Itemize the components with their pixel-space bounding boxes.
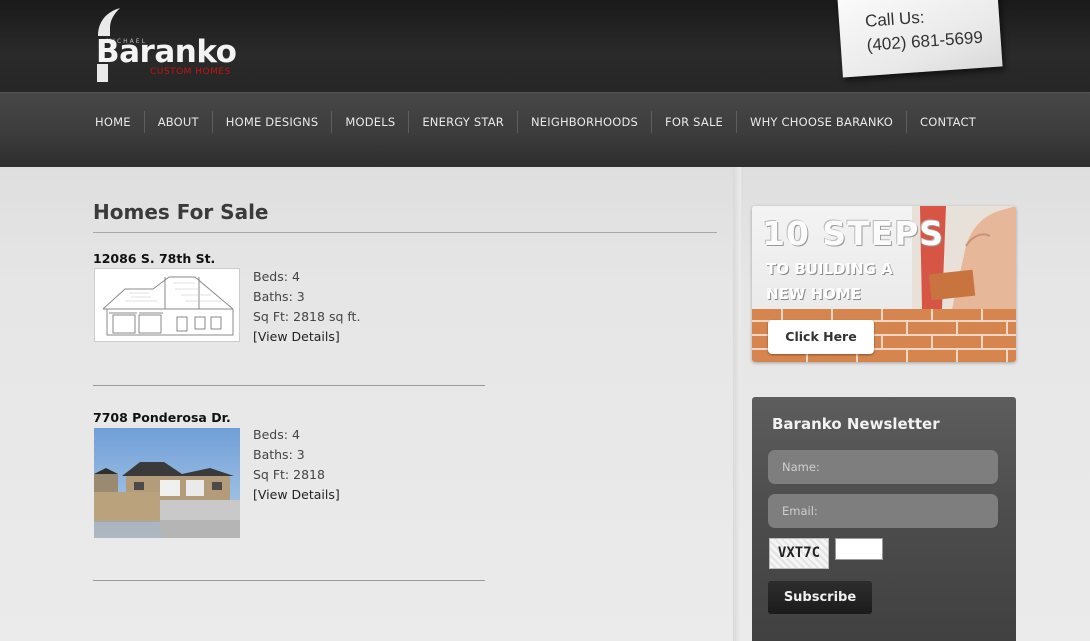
listing-address[interactable]: 7708 Ponderosa Dr. <box>93 410 485 425</box>
name-input[interactable] <box>768 450 998 484</box>
banner-subtitle-line1: TO BUILDING A <box>766 260 893 278</box>
nav-item-home[interactable]: HOME <box>82 111 144 133</box>
brand-name: Baranko <box>96 34 237 70</box>
email-input[interactable] <box>768 494 998 528</box>
listing-divider <box>93 385 485 386</box>
nav-item-about[interactable]: ABOUT <box>143 111 212 133</box>
baths-value: 3 <box>296 289 305 304</box>
captcha-image: VXT7C <box>769 538 829 569</box>
ten-steps-banner[interactable]: 10 STEPS TO BUILDING A NEW HOME Click He… <box>752 206 1016 362</box>
beds-value: 4 <box>291 427 300 442</box>
listing-item: 12086 S. 78th St. Beds: 4 Baths: 3 Sq Ft… <box>93 251 485 401</box>
banner-title: 10 STEPS <box>762 214 945 253</box>
beds-label: Beds: <box>253 269 288 284</box>
baths-value: 3 <box>296 447 305 462</box>
phone-number[interactable]: (402) 681-5699 <box>866 28 983 56</box>
nav-item-home-designs[interactable]: HOME DESIGNS <box>211 111 332 133</box>
listing-info: Beds: 4 Baths: 3 Sq Ft: 2818 [View Details] <box>253 425 340 505</box>
click-here-button[interactable]: Click Here <box>768 320 874 354</box>
newsletter-title: Baranko Newsletter <box>772 415 940 433</box>
call-us-label: Call Us: <box>864 7 926 31</box>
brand-logo[interactable]: MICHAEL Baranko CUSTOM HOMES <box>94 6 254 86</box>
listing-divider <box>93 580 485 581</box>
brand-subtitle: CUSTOM HOMES <box>150 67 231 77</box>
sqft-label: Sq Ft: <box>253 309 290 324</box>
banner-subtitle-line2: NEW HOME <box>766 285 862 303</box>
page-title: Homes For Sale <box>93 200 717 233</box>
house-photo-image[interactable] <box>94 428 240 538</box>
listing-item: 7708 Ponderosa Dr. Beds: 4 Baths: 3 Sq F… <box>93 410 485 581</box>
nav-item-contact[interactable]: CONTACT <box>906 111 989 133</box>
sqft-value: 2818 sq ft. <box>293 309 361 324</box>
nav-item-why-choose[interactable]: WHY CHOOSE BARANKO <box>736 111 906 133</box>
nav-item-neighborhoods[interactable]: NEIGHBORHOODS <box>516 111 651 133</box>
baths-label: Baths: <box>253 447 293 462</box>
sidebar-divider <box>733 167 741 641</box>
subscribe-button[interactable]: Subscribe <box>768 581 872 614</box>
nav-item-models[interactable]: MODELS <box>331 111 408 133</box>
captcha-input[interactable] <box>835 538 883 560</box>
newsletter-box: Baranko Newsletter VXT7C Subscribe <box>752 397 1016 641</box>
site-header: MICHAEL Baranko CUSTOM HOMES Call Us: (4… <box>0 0 1090 92</box>
call-us-note: Call Us: (402) 681-5699 <box>837 0 1003 78</box>
sqft-label: Sq Ft: <box>253 467 290 482</box>
view-details-link[interactable]: [View Details] <box>253 487 340 502</box>
house-sketch-image[interactable] <box>94 268 240 342</box>
beds-label: Beds: <box>253 427 288 442</box>
nav-item-for-sale[interactable]: FOR SALE <box>651 111 736 133</box>
nav-item-energy-star[interactable]: ENERGY STAR <box>408 111 517 133</box>
listing-info: Beds: 4 Baths: 3 Sq Ft: 2818 sq ft. [View D… <box>253 267 360 347</box>
view-details-link[interactable]: [View Details] <box>253 329 340 344</box>
main-content: Homes For Sale 12086 S. 78th St. Beds: 4… <box>93 200 717 581</box>
listing-address[interactable]: 12086 S. 78th St. <box>93 251 485 266</box>
beds-value: 4 <box>291 269 300 284</box>
baths-label: Baths: <box>253 289 293 304</box>
sqft-value: 2818 <box>293 467 325 482</box>
main-navigation: HOME ABOUT HOME DESIGNS MODELS ENERGY ST… <box>0 92 1090 167</box>
